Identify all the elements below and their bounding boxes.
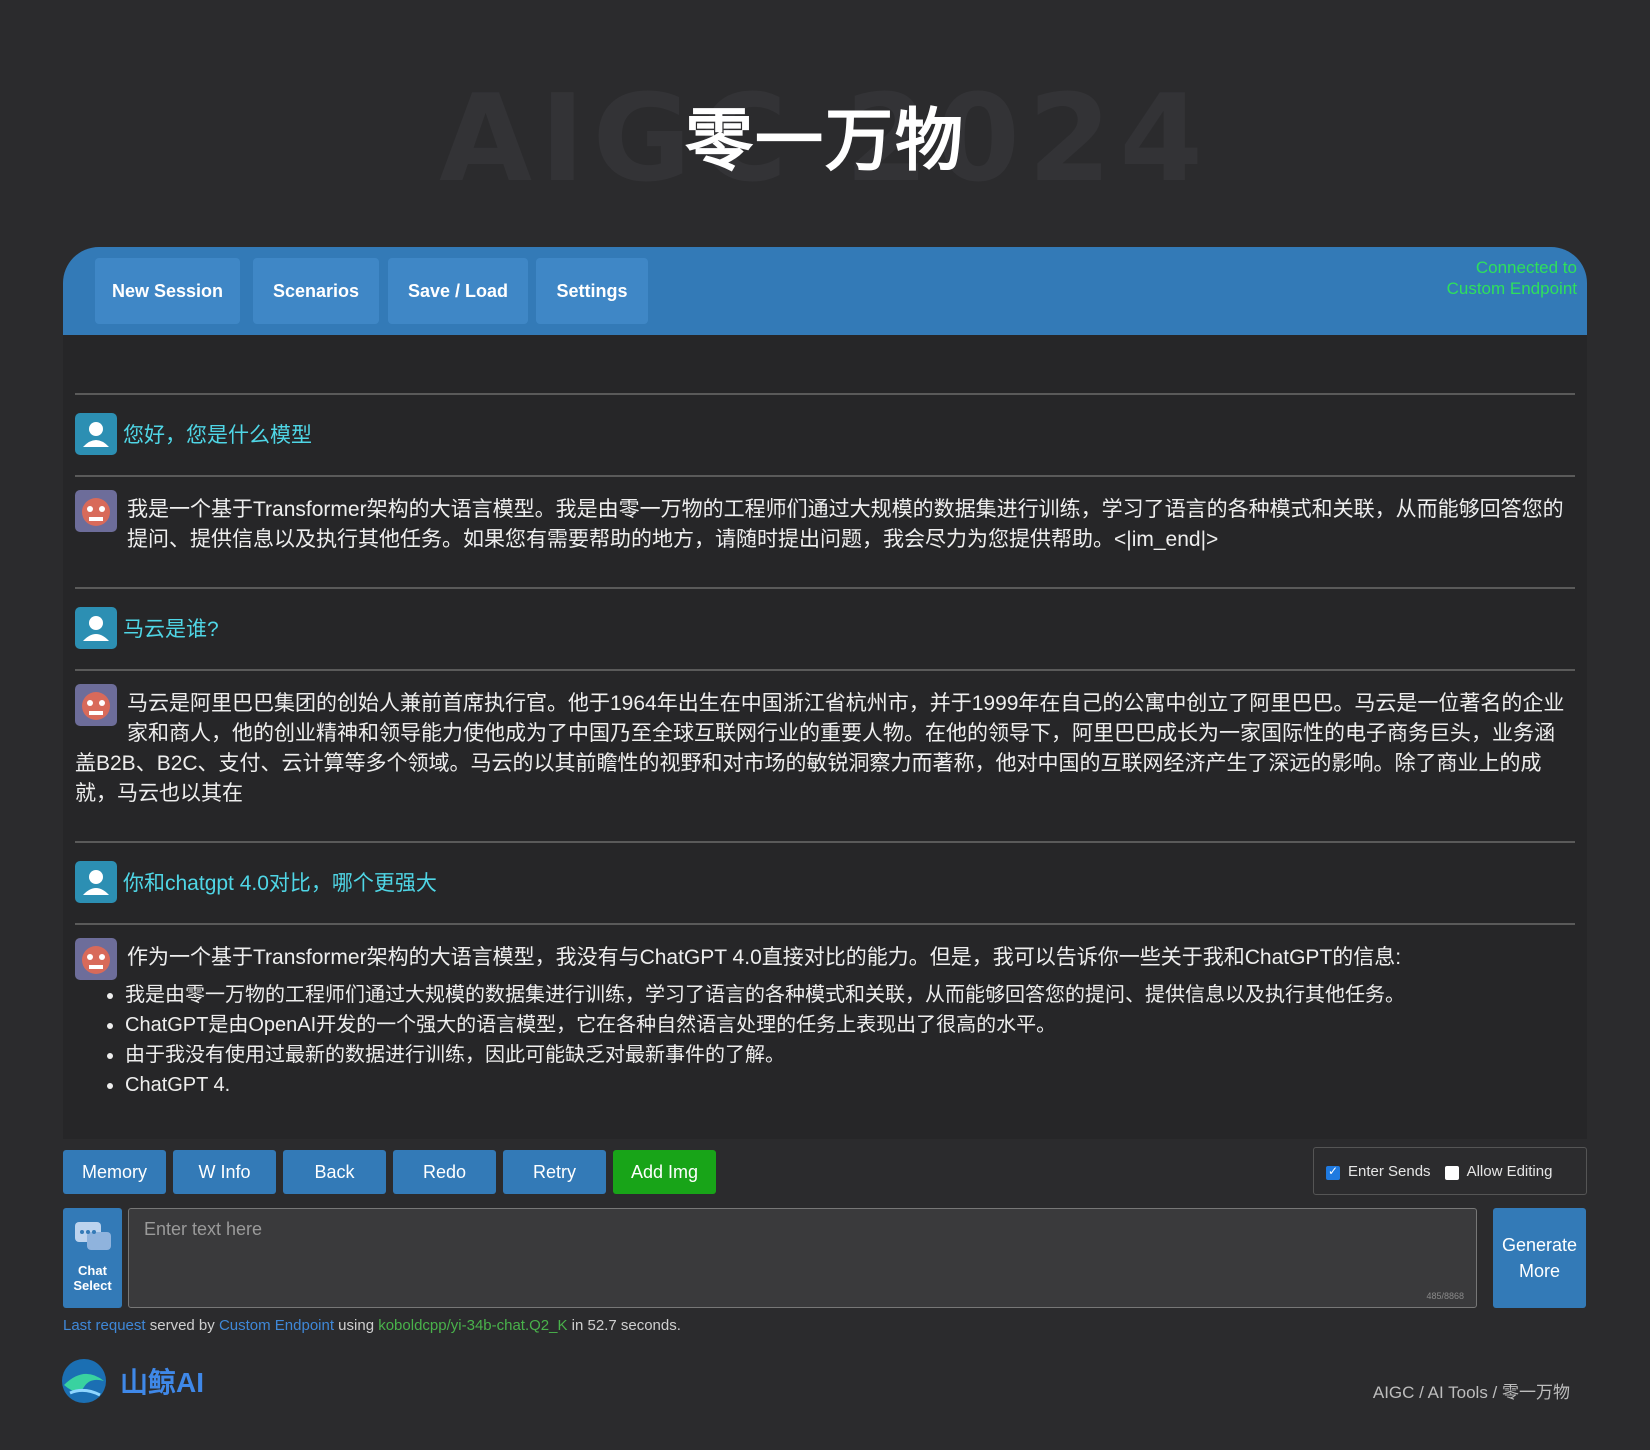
bot-message: 马云是阿里巴巴集团的创始人兼前首席执行官。他于1964年出生在中国浙江省杭州市，…: [75, 684, 1575, 809]
divider: [75, 923, 1575, 925]
user-message-text: 您好，您是什么模型: [123, 424, 312, 447]
list-item: ChatGPT 4.: [125, 1070, 1575, 1100]
breadcrumb: AIGC / AI Tools / 零一万物: [1372, 1383, 1570, 1402]
tab-save-load[interactable]: Save / Load: [388, 258, 528, 324]
enter-sends-label: Enter Sends: [1348, 1162, 1431, 1180]
user-avatar-icon: [75, 413, 117, 455]
chat-app: New Session Scenarios Save / Load Settin…: [63, 247, 1587, 1340]
brand-name: 山鲸AI: [120, 1367, 205, 1398]
user-message-text: 马云是谁?: [123, 618, 219, 641]
divider: [75, 475, 1575, 477]
more-label: More: [1518, 1261, 1560, 1281]
endpoint-link[interactable]: Custom Endpoint: [219, 1317, 334, 1334]
redo-button[interactable]: Redo: [393, 1150, 496, 1194]
divider: [75, 587, 1575, 589]
user-avatar-icon: [75, 861, 117, 903]
bot-message-text: 马云是阿里巴巴集团的创始人兼前首席执行官。他于1964年出生在中国浙江省杭州市，…: [75, 692, 1565, 805]
status-text: served by: [145, 1317, 219, 1334]
page-title: 零一万物: [684, 102, 965, 181]
chat-bubbles-icon: [74, 1222, 111, 1250]
user-avatar-icon: [75, 607, 117, 649]
generate-more-button[interactable]: Generate More: [1493, 1208, 1586, 1308]
bot-avatar-icon: [75, 684, 117, 726]
allow-editing-checkbox[interactable]: [1444, 1166, 1459, 1180]
tab-settings[interactable]: Settings: [536, 258, 648, 324]
model-name: koboldcpp/yi-34b-chat.Q2_K: [378, 1317, 568, 1334]
connection-line-2: Custom Endpoint: [1446, 279, 1577, 298]
enter-sends-checkbox[interactable]: [1326, 1164, 1340, 1180]
connection-status: Connected to Custom Endpoint: [1447, 257, 1577, 299]
generate-label: Generate: [1501, 1235, 1578, 1255]
chat-select-button[interactable]: Chat Select: [63, 1208, 122, 1308]
last-request-link[interactable]: Last request: [63, 1317, 146, 1334]
list-item: 由于我没有使用过最新的数据进行训练，因此可能缺乏对最新事件的了解。: [125, 1040, 1575, 1070]
user-message: 您好，您是什么模型: [75, 413, 1575, 455]
tab-scenarios[interactable]: Scenarios: [253, 258, 379, 324]
user-message-text: 你和chatgpt 4.0对比，哪个更强大: [123, 872, 437, 895]
brand-logo: 山鲸AI: [60, 1357, 204, 1405]
chat-log: 您好，您是什么模型 我是一个基于Transformer架构的大语言模型。我是由零…: [63, 335, 1587, 1139]
divider: [75, 669, 1575, 671]
tab-new-session[interactable]: New Session: [95, 258, 240, 324]
chat-select-label-2: Select: [73, 1278, 112, 1293]
hero-banner: AIGC 2024 零一万物: [0, 40, 1650, 210]
chat-select-label-1: Chat: [78, 1263, 107, 1278]
back-button[interactable]: Back: [283, 1150, 386, 1194]
status-text: in 52.7 seconds.: [567, 1317, 681, 1334]
user-message: 你和chatgpt 4.0对比，哪个更强大: [75, 861, 1575, 903]
token-counter: 485/8868: [1426, 1291, 1464, 1301]
status-line: Last request served by Custom Endpoint u…: [63, 1317, 681, 1334]
allow-editing-label: Allow Editing: [1466, 1162, 1553, 1180]
whale-logo-icon: [62, 1359, 106, 1403]
divider: [75, 841, 1575, 843]
bot-message: 作为一个基于Transformer架构的大语言模型，我没有与ChatGPT 4.…: [75, 938, 1575, 1100]
bot-avatar-icon: [75, 938, 117, 980]
world-info-button[interactable]: W Info: [173, 1150, 276, 1194]
bot-avatar-icon: [75, 490, 117, 532]
list-item: ChatGPT是由OpenAI开发的一个强大的语言模型，它在各种自然语言处理的任…: [125, 1010, 1575, 1040]
bot-bullet-list: 我是由零一万物的工程师们通过大规模的数据集进行训练，学习了语言的各种模式和关联，…: [75, 980, 1575, 1100]
user-message: 马云是谁?: [75, 607, 1575, 649]
input-options: Enter Sends Allow Editing: [1313, 1147, 1587, 1195]
bot-message-text: 作为一个基于Transformer架构的大语言模型，我没有与ChatGPT 4.…: [127, 946, 1402, 969]
bot-message-text: 我是一个基于Transformer架构的大语言模型。我是由零一万物的工程师们通过…: [127, 498, 1564, 551]
message-input[interactable]: Enter text here 485/8868: [128, 1208, 1477, 1308]
input-placeholder: Enter text here: [144, 1219, 263, 1239]
divider: [75, 393, 1575, 395]
connection-line-1: Connected to: [1475, 258, 1577, 277]
bot-message: 我是一个基于Transformer架构的大语言模型。我是由零一万物的工程师们通过…: [75, 490, 1575, 555]
memory-button[interactable]: Memory: [63, 1150, 166, 1194]
retry-button[interactable]: Retry: [503, 1150, 606, 1194]
add-image-button[interactable]: Add Img: [613, 1150, 716, 1194]
status-text: using: [334, 1317, 379, 1334]
list-item: 我是由零一万物的工程师们通过大规模的数据集进行训练，学习了语言的各种模式和关联，…: [125, 980, 1575, 1010]
top-navbar: New Session Scenarios Save / Load Settin…: [63, 247, 1587, 335]
